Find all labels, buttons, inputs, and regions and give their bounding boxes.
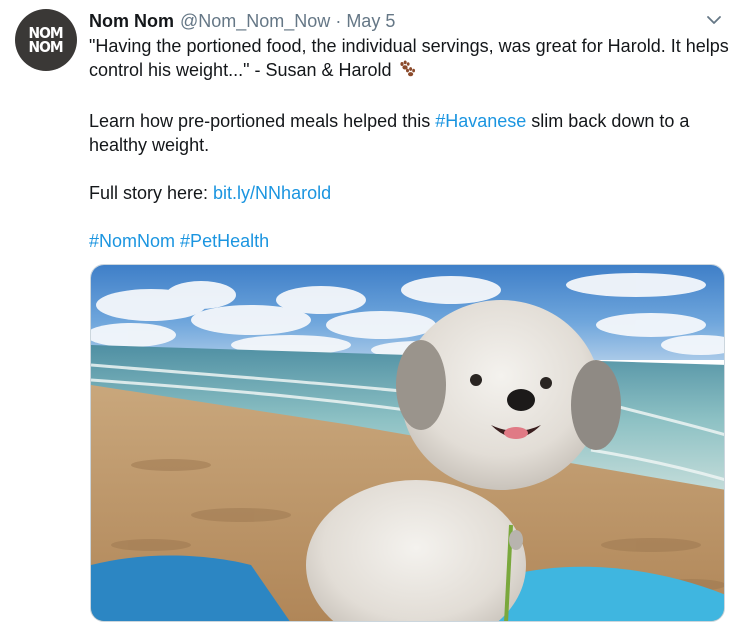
tweet[interactable]: NOM NOM Nom Nom @Nom_Nom_Now · May 5 "Ha… xyxy=(0,0,741,628)
hashtag-havanese[interactable]: #Havanese xyxy=(435,111,526,131)
display-name[interactable]: Nom Nom xyxy=(89,11,174,32)
avatar[interactable]: NOM NOM xyxy=(15,9,77,71)
avatar-logo-line-2: NOM xyxy=(28,38,64,56)
user-handle[interactable]: @Nom_Nom_Now xyxy=(180,11,330,32)
tweet-story-paragraph: Full story here: bit.ly/NNharold xyxy=(89,181,729,205)
paw-prints-icon xyxy=(396,59,418,85)
tweet-text: "Having the portioned food, the individu… xyxy=(89,34,729,253)
story-prefix: Full story here: xyxy=(89,183,214,203)
learn-prefix: Learn how pre-portioned meals helped thi… xyxy=(89,111,436,131)
chevron-down-icon[interactable] xyxy=(704,13,724,29)
tweet-date[interactable]: May 5 xyxy=(346,11,395,32)
tweet-header: Nom Nom @Nom_Nom_Now · May 5 xyxy=(89,9,395,33)
separator-dot: · xyxy=(335,10,342,31)
hashtag-pethealth[interactable]: #PetHealth xyxy=(180,231,269,251)
hashtag-nomnom[interactable]: #NomNom xyxy=(89,231,175,251)
tweet-hashtags: #NomNom #PetHealth xyxy=(89,229,729,253)
photo-dog-on-beach xyxy=(91,265,724,621)
story-link[interactable]: bit.ly/NNharold xyxy=(213,183,331,203)
tweet-learn-paragraph: Learn how pre-portioned meals helped thi… xyxy=(89,109,729,157)
tweet-photo[interactable] xyxy=(90,264,725,622)
tweet-quote: "Having the portioned food, the individu… xyxy=(89,34,729,85)
